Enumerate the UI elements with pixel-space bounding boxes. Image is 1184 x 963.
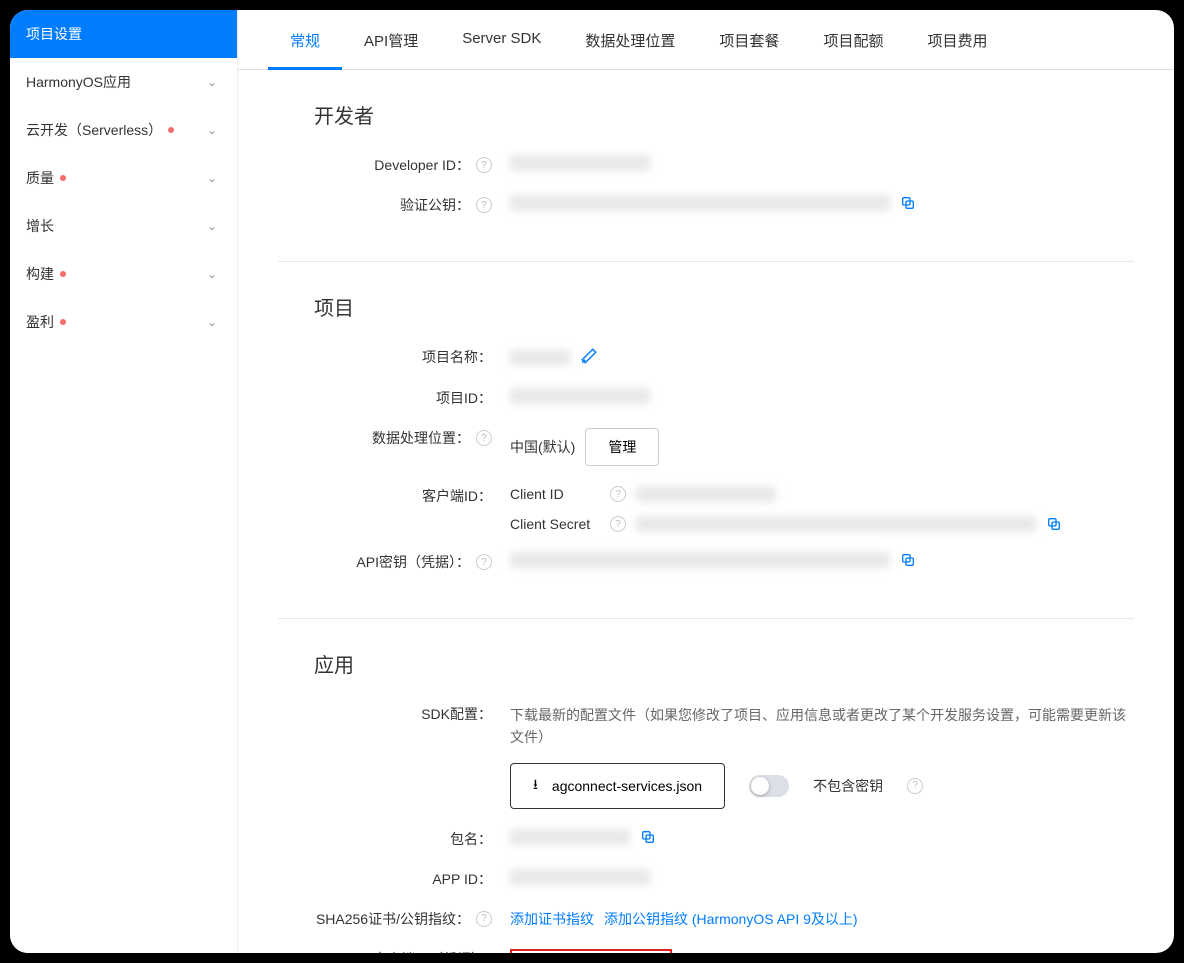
redacted-value <box>510 195 890 211</box>
dataloc-value: 中国(默认) <box>510 437 575 457</box>
tab-general[interactable]: 常规 <box>268 10 342 70</box>
help-icon[interactable]: ? <box>907 778 923 794</box>
add-pubkey-link[interactable]: 添加公钥指纹 (HarmonyOS API 9及以上) <box>604 909 858 929</box>
tab-billing[interactable]: 项目费用 <box>905 10 1009 69</box>
sidebar-item-quality[interactable]: 质量 ⌄ <box>10 154 237 202</box>
client-secret-sub: Client Secret <box>510 516 600 532</box>
add-cert-link[interactable]: 添加证书指纹 <box>510 909 594 929</box>
label: SDK配置： <box>278 700 498 724</box>
sidebar-label: 盈利 <box>26 312 54 332</box>
label: 项目ID： <box>278 384 498 408</box>
sidebar-label: 云开发（Serverless） <box>26 120 162 140</box>
tab-api[interactable]: API管理 <box>342 10 440 69</box>
tab-dataloc[interactable]: 数据处理位置 <box>563 10 697 69</box>
redacted-value <box>510 552 890 568</box>
oauth-clientid-highlight: Client ID <box>510 949 672 953</box>
include-key-toggle[interactable] <box>749 775 789 797</box>
help-icon[interactable]: ? <box>476 197 492 213</box>
tab-quota[interactable]: 项目配额 <box>801 10 905 69</box>
sidebar-item-profit[interactable]: 盈利 ⌄ <box>10 298 237 346</box>
sidebar-label: 构建 <box>26 264 54 284</box>
chevron-down-icon: ⌄ <box>207 171 217 185</box>
redacted-value <box>510 155 650 171</box>
sidebar: 项目设置 HarmonyOS应用 ⌄ 云开发（Serverless） ⌄ 质量 … <box>10 10 238 953</box>
help-icon[interactable]: ? <box>610 516 626 532</box>
section-title: 开发者 <box>314 100 1134 129</box>
redacted-value <box>510 350 570 366</box>
tab-serversdk[interactable]: Server SDK <box>440 10 563 69</box>
client-id-sub: Client ID <box>510 486 600 502</box>
chevron-down-icon: ⌄ <box>207 75 217 89</box>
label: 数据处理位置：? <box>278 424 498 448</box>
app-section: 应用 SDK配置： 下载最新的配置文件（如果您修改了项目、应用信息或者更改了某个… <box>278 619 1134 953</box>
copy-icon[interactable] <box>900 552 916 568</box>
label: OAuth 2.0客户端ID（凭据）： <box>278 945 498 953</box>
main-content: 常规 API管理 Server SDK 数据处理位置 项目套餐 项目配额 项目费… <box>238 10 1174 953</box>
label: 包名： <box>278 825 498 849</box>
edit-icon[interactable] <box>580 347 598 368</box>
notification-dot <box>168 127 174 133</box>
label: APP ID： <box>278 865 498 889</box>
content-area: 开发者 Developer ID：? 验证公钥：? 项目 项目名称： <box>238 70 1174 953</box>
redacted-value <box>510 829 630 845</box>
label: SHA256证书/公钥指纹：? <box>278 905 498 929</box>
help-icon[interactable]: ? <box>476 911 492 927</box>
chevron-down-icon: ⌄ <box>207 315 217 329</box>
download-icon: ⭳ <box>533 774 538 798</box>
redacted-value <box>510 388 650 404</box>
help-icon[interactable]: ? <box>610 486 626 502</box>
notification-dot <box>60 271 66 277</box>
sidebar-item-serverless[interactable]: 云开发（Serverless） ⌄ <box>10 106 237 154</box>
download-button[interactable]: ⭳ agconnect-services.json <box>510 763 725 809</box>
tab-plan[interactable]: 项目套餐 <box>697 10 801 69</box>
tabbar: 常规 API管理 Server SDK 数据处理位置 项目套餐 项目配额 项目费… <box>238 10 1174 70</box>
notification-dot <box>60 319 66 325</box>
row-client-id: 客户端ID： Client ID ? Client Secret ? <box>278 482 1134 532</box>
toggle-label: 不包含密钥 <box>813 776 883 796</box>
row-project-name: 项目名称： <box>278 343 1134 368</box>
row-oauth: OAuth 2.0客户端ID（凭据）： Client ID Client Sec… <box>278 945 1134 953</box>
row-pubkey: 验证公钥：? <box>278 191 1134 215</box>
help-icon[interactable]: ? <box>476 157 492 173</box>
section-title: 项目 <box>314 292 1134 321</box>
row-package: 包名： <box>278 825 1134 849</box>
sidebar-label: HarmonyOS应用 <box>26 72 131 92</box>
copy-icon[interactable] <box>1046 516 1062 532</box>
label: 项目名称： <box>278 343 498 367</box>
redacted-value <box>510 869 650 885</box>
label: 验证公钥：? <box>278 191 498 215</box>
row-appid: APP ID： <box>278 865 1134 889</box>
help-icon[interactable]: ? <box>476 430 492 446</box>
row-developer-id: Developer ID：? <box>278 151 1134 175</box>
manage-button[interactable]: 管理 <box>585 428 659 466</box>
sdk-desc: 下载最新的配置文件（如果您修改了项目、应用信息或者更改了某个开发服务设置，可能需… <box>510 704 1134 749</box>
sidebar-active-item[interactable]: 项目设置 <box>10 10 237 58</box>
chevron-down-icon: ⌄ <box>207 219 217 233</box>
label: API密钥（凭据）：? <box>278 548 498 572</box>
label: Developer ID：? <box>278 151 498 175</box>
notification-dot <box>60 175 66 181</box>
copy-icon[interactable] <box>640 829 656 845</box>
help-icon[interactable]: ? <box>476 554 492 570</box>
chevron-down-icon: ⌄ <box>207 123 217 137</box>
developer-section: 开发者 Developer ID：? 验证公钥：? <box>278 70 1134 262</box>
row-sha: SHA256证书/公钥指纹：? 添加证书指纹 添加公钥指纹 (HarmonyOS… <box>278 905 1134 929</box>
sidebar-label: 质量 <box>26 168 54 188</box>
copy-icon[interactable] <box>900 195 916 211</box>
sidebar-item-build[interactable]: 构建 ⌄ <box>10 250 237 298</box>
sidebar-item-growth[interactable]: 增长 ⌄ <box>10 202 237 250</box>
section-title: 应用 <box>314 649 1134 678</box>
chevron-down-icon: ⌄ <box>207 267 217 281</box>
row-project-id: 项目ID： <box>278 384 1134 408</box>
project-section: 项目 项目名称： 项目ID： 数据处理位置：? 中国(默认) <box>278 262 1134 619</box>
redacted-value <box>636 486 776 502</box>
row-sdk-config: SDK配置： 下载最新的配置文件（如果您修改了项目、应用信息或者更改了某个开发服… <box>278 700 1134 809</box>
app-window: 项目设置 HarmonyOS应用 ⌄ 云开发（Serverless） ⌄ 质量 … <box>10 10 1174 953</box>
row-dataloc: 数据处理位置：? 中国(默认) 管理 <box>278 424 1134 466</box>
sidebar-label: 增长 <box>26 216 54 236</box>
row-apikey: API密钥（凭据）：? <box>278 548 1134 572</box>
redacted-value <box>636 516 1036 532</box>
sidebar-item-harmonyos[interactable]: HarmonyOS应用 ⌄ <box>10 58 237 106</box>
label: 客户端ID： <box>278 482 498 506</box>
